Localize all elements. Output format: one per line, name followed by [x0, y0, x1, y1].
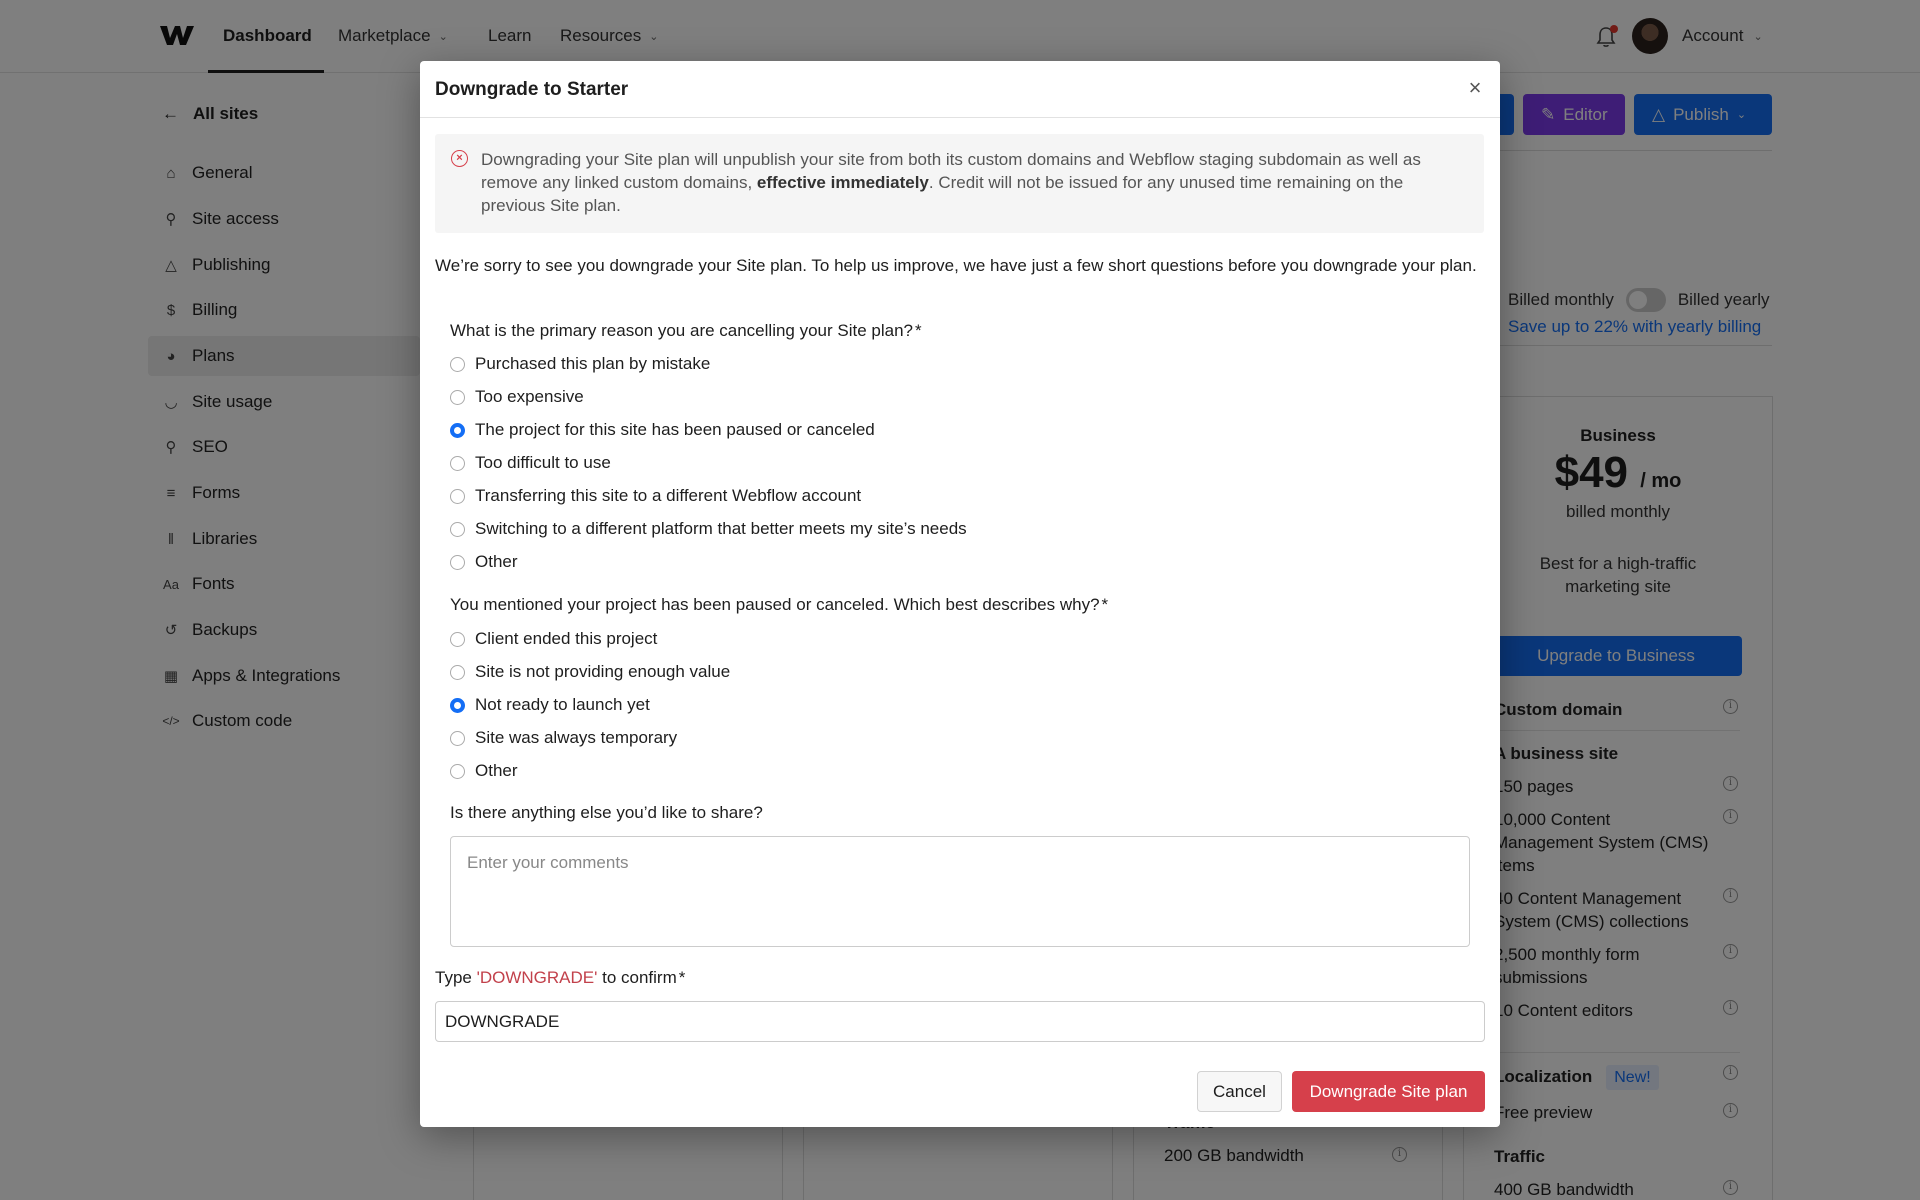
required-marker: *: [1101, 595, 1109, 614]
radio-option[interactable]: Transferring this site to a different We…: [450, 486, 861, 506]
radio-option[interactable]: Too expensive: [450, 387, 584, 407]
confirm-input[interactable]: [435, 1001, 1485, 1042]
warning-alert: × Downgrading your Site plan will unpubl…: [435, 134, 1484, 233]
radio-option[interactable]: Site is not providing enough value: [450, 662, 730, 682]
radio-button[interactable]: [450, 356, 465, 372]
radio-button[interactable]: [450, 521, 465, 537]
radio-button[interactable]: [450, 422, 465, 438]
alert-text: Downgrading your Site plan will unpublis…: [481, 148, 1471, 217]
radio-button[interactable]: [450, 455, 465, 471]
confirm-prefix: Type: [435, 968, 477, 987]
question-label: What is the primary reason you are cance…: [450, 321, 914, 340]
required-marker: *: [915, 321, 922, 340]
radio-option[interactable]: Switching to a different platform that b…: [450, 519, 967, 539]
cancel-button[interactable]: Cancel: [1197, 1071, 1282, 1112]
radio-button[interactable]: [450, 389, 465, 405]
confirm-label: Type 'DOWNGRADE' to confirm *: [435, 968, 685, 988]
radio-option[interactable]: Not ready to launch yet: [450, 695, 650, 715]
radio-button[interactable]: [450, 488, 465, 504]
question-paused-reason: You mentioned your project has been paus…: [450, 595, 1108, 615]
radio-option[interactable]: Too difficult to use: [450, 453, 611, 473]
intro-text: We’re sorry to see you downgrade your Si…: [435, 256, 1477, 275]
radio-option-label: Client ended this project: [475, 629, 658, 648]
radio-option[interactable]: Client ended this project: [450, 629, 657, 649]
radio-button[interactable]: [450, 763, 465, 779]
close-icon[interactable]: ×: [1462, 75, 1488, 101]
radio-option-label: Purchased this plan by mistake: [475, 354, 711, 373]
radio-option[interactable]: Other: [450, 552, 518, 572]
radio-option[interactable]: The project for this site has been pause…: [450, 420, 875, 440]
radio-button[interactable]: [450, 697, 465, 713]
downgrade-site-plan-button[interactable]: Downgrade Site plan: [1292, 1071, 1485, 1112]
radio-option-label: Transferring this site to a different We…: [475, 486, 862, 505]
radio-option-label: Not ready to launch yet: [475, 695, 650, 714]
radio-option-label: Too difficult to use: [475, 453, 611, 472]
radio-option[interactable]: Purchased this plan by mistake: [450, 354, 710, 374]
confirm-keyword: 'DOWNGRADE': [476, 968, 598, 987]
radio-option-label: Switching to a different platform that b…: [475, 519, 967, 538]
alert-text-bold: effective immediately: [756, 173, 929, 192]
radio-option-label: The project for this site has been pause…: [475, 420, 875, 439]
radio-option-label: Site was always temporary: [475, 728, 678, 747]
question-label: You mentioned your project has been paus…: [450, 595, 1100, 614]
question-anything-else: Is there anything else you’d like to sha…: [450, 803, 763, 822]
downgrade-modal: Downgrade to Starter × × Downgrading you…: [420, 61, 1500, 1127]
radio-button[interactable]: [450, 664, 465, 680]
modal-title: Downgrade to Starter: [435, 79, 629, 100]
radio-button[interactable]: [450, 631, 465, 647]
question-primary-reason: What is the primary reason you are cance…: [450, 321, 922, 341]
radio-option-label: Other: [475, 761, 518, 780]
modal-header: Downgrade to Starter ×: [420, 61, 1500, 118]
error-circle-icon: ×: [451, 150, 468, 167]
radio-option[interactable]: Other: [450, 761, 518, 781]
confirm-suffix: to confirm: [597, 968, 677, 987]
radio-option-label: Site is not providing enough value: [475, 662, 731, 681]
radio-button[interactable]: [450, 554, 465, 570]
radio-option-label: Other: [475, 552, 518, 571]
comments-textarea[interactable]: [450, 836, 1470, 947]
radio-button[interactable]: [450, 730, 465, 746]
radio-option[interactable]: Site was always temporary: [450, 728, 677, 748]
required-marker: *: [678, 968, 686, 987]
radio-option-label: Too expensive: [475, 387, 584, 406]
